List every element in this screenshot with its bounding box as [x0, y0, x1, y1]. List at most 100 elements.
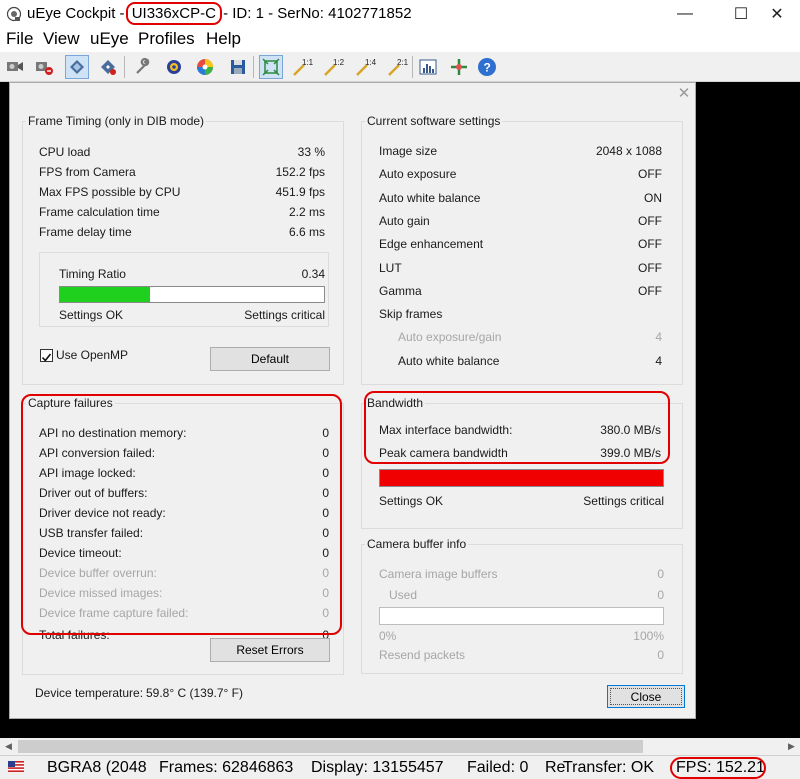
toolbar-separator — [124, 56, 125, 78]
capture-failure-row: Driver out of buffers: 0 — [39, 486, 329, 502]
row-label: Auto white balance — [398, 353, 500, 368]
row-label: Driver out of buffers: — [39, 486, 148, 500]
row-label: Skip frames — [379, 307, 443, 322]
row-label: Peak camera bandwidth — [379, 446, 508, 460]
crosshair-button[interactable] — [447, 55, 471, 79]
frame-timing-row: CPU load 33 % — [39, 145, 325, 161]
timing-ratio-row: Timing Ratio 0.34 — [59, 267, 325, 283]
capture-failure-row: API no destination memory: 0 — [39, 426, 329, 442]
row-label: Device frame capture failed: — [39, 606, 189, 620]
zoom-2-1-button[interactable]: 2:1 — [385, 55, 409, 79]
status-failed: Failed: 0 — [467, 759, 529, 776]
row-value: 4 — [655, 353, 662, 368]
status-fps: FPS: 152.21 — [676, 759, 765, 776]
capture-failure-row: Device buffer overrun: 0 — [39, 566, 329, 582]
menu-view[interactable]: View — [43, 29, 80, 49]
live-video-button[interactable] — [65, 55, 89, 79]
bandwidth-bar — [379, 469, 664, 487]
svg-text:?: ? — [484, 61, 491, 75]
timing-ratio-value: 0.34 — [301, 267, 325, 281]
row-label: Frame delay time — [39, 225, 132, 239]
title-suffix: - ID: 1 - SerNo: 4102771852 — [218, 5, 412, 22]
menu-ueye[interactable]: uEye — [90, 29, 129, 49]
menu-file[interactable]: File — [6, 29, 33, 49]
row-label: Auto exposure/gain — [398, 330, 502, 345]
settings-button[interactable] — [162, 55, 186, 79]
zoom-1-2-button[interactable]: 1:2 — [321, 55, 345, 79]
device-temperature-value: 59.8° C (139.7° F) — [146, 686, 243, 700]
help-button[interactable]: ? — [475, 55, 499, 79]
close-button[interactable]: Close — [607, 685, 685, 708]
properties-button[interactable] — [131, 55, 155, 79]
fit-window-icon — [262, 58, 280, 76]
max-label: 100% — [633, 629, 664, 643]
frame-timing-title: Frame Timing (only in DIB mode) — [26, 114, 207, 128]
row-value: 6.6 ms — [288, 225, 325, 239]
dialog-close-icon[interactable]: ✕ — [676, 86, 692, 102]
scroll-right-icon[interactable]: ▶ — [783, 738, 800, 755]
save-button[interactable] — [226, 55, 250, 79]
use-openmp-checkbox[interactable] — [40, 349, 53, 362]
menu-help[interactable]: Help — [206, 29, 241, 49]
status-transfer: Transfer: OK — [563, 759, 654, 776]
color-button[interactable] — [193, 55, 217, 79]
device-temperature-label: Device temperature: — [35, 686, 144, 700]
row-label: Device timeout: — [39, 546, 122, 560]
device-temperature-row: Device temperature: 59.8° C (139.7° F) — [35, 686, 335, 702]
capture-failure-row: API conversion failed: 0 — [39, 446, 329, 462]
toolbar: 1:1 1:2 1:4 2:1 ? — [0, 52, 800, 82]
statistics-dialog: ✕ Frame Timing (only in DIB mode) CPU lo… — [9, 82, 696, 719]
row-value: 451.9 fps — [275, 185, 325, 199]
camera-open-button[interactable] — [3, 55, 27, 79]
scrollbar-thumb[interactable] — [18, 740, 643, 753]
row-value: 0 — [322, 586, 329, 600]
camera-close-button[interactable] — [32, 55, 56, 79]
horizontal-scrollbar[interactable]: ◀ ▶ — [0, 738, 800, 755]
checkmark-icon — [41, 353, 52, 362]
status-frames: Frames: 62846863 — [159, 759, 294, 776]
row-label: Frame calculation time — [39, 205, 160, 219]
row-label: API no destination memory: — [39, 426, 187, 440]
minimize-button[interactable]: — — [662, 0, 708, 28]
histogram-icon — [419, 59, 437, 75]
status-bar: BGRA8 (2048 Frames: 62846863 Display: 13… — [0, 755, 800, 779]
snapshot-icon — [101, 60, 116, 75]
timing-ratio-label: Timing Ratio — [59, 267, 126, 281]
row-label: Used — [389, 588, 418, 602]
camera-buffer-bar — [379, 607, 664, 625]
timing-ratio-bar — [59, 286, 325, 303]
scroll-left-icon[interactable]: ◀ — [0, 738, 17, 755]
min-label: 0% — [379, 629, 397, 643]
row-value: 0 — [322, 526, 329, 540]
default-button[interactable]: Default — [210, 347, 330, 371]
zoom-1-1-button[interactable]: 1:1 — [290, 55, 314, 79]
zoom-1-2-icon: 1:2 — [324, 58, 344, 76]
bandwidth-scale: Settings OK Settings critical — [379, 494, 664, 510]
timing-ratio-panel: Timing Ratio 0.34 Settings OK Settings cri… — [39, 252, 329, 327]
svg-text:1:4: 1:4 — [365, 58, 376, 67]
software-setting-row: Image size 2048 x 1088 — [379, 144, 662, 160]
close-icon: ✕ — [770, 6, 784, 23]
reset-errors-button[interactable]: Reset Errors — [210, 638, 330, 662]
row-label: Auto exposure — [379, 167, 457, 182]
row-value: 4 — [655, 330, 662, 345]
fit-window-button[interactable] — [259, 55, 283, 79]
window-title: uEye Cockpit - UI336xCP-C - ID: 1 - SerN… — [27, 5, 412, 22]
row-label: Device buffer overrun: — [39, 566, 157, 580]
capture-failure-row: Device missed images: 0 — [39, 586, 329, 602]
zoom-1-4-button[interactable]: 1:4 — [353, 55, 377, 79]
close-window-button[interactable]: ✕ — [754, 0, 800, 28]
row-label: Edge enhancement — [379, 237, 484, 252]
software-setting-row: Edge enhancement OFF — [379, 237, 662, 253]
histogram-button[interactable] — [416, 55, 440, 79]
menu-profiles[interactable]: Profiles — [138, 29, 195, 49]
row-value: 0 — [322, 426, 329, 440]
row-label: Image size — [379, 144, 438, 158]
row-label: CPU load — [39, 145, 91, 159]
row-label: Max FPS possible by CPU — [39, 185, 181, 199]
software-setting-row: LUT OFF — [379, 261, 662, 277]
maximize-icon: ☐ — [733, 6, 749, 23]
row-value: 2048 x 1088 — [595, 144, 662, 158]
status-format: BGRA8 (2048 — [47, 759, 147, 776]
snapshot-button[interactable] — [96, 55, 120, 79]
